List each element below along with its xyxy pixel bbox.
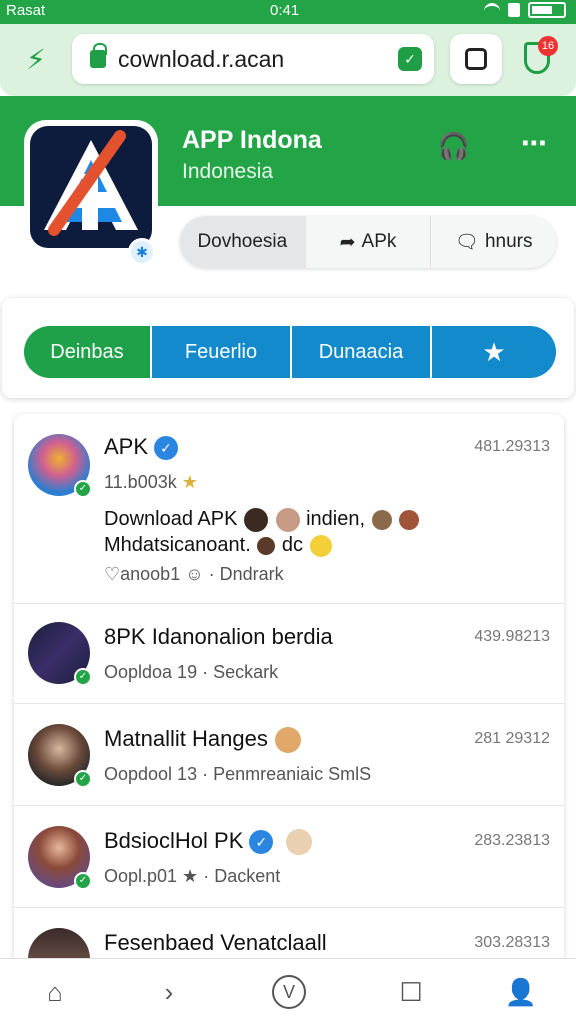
- wifi-icon: [484, 3, 500, 17]
- row-body-text-1: Download APK: [104, 508, 238, 530]
- hours-action-label: hnurs: [484, 231, 533, 252]
- row-date: 303.28313: [474, 934, 550, 951]
- url-text[interactable]: cownload.r.acan: [118, 46, 284, 73]
- avatar: ✓: [28, 826, 92, 890]
- app-title: APP Indona: [182, 126, 322, 154]
- feed-list: ✓ APK ✓ 481.29313 11.b003k ★ Download APK…: [14, 414, 564, 974]
- notification-badge: 16: [538, 36, 558, 56]
- list-item[interactable]: ✓ BdsioclHol PK ✓ 283.23813 Oopl.p01 ★ · …: [14, 806, 564, 908]
- filter-tab-1-label: Deinbas: [50, 340, 124, 363]
- home-icon[interactable]: ⌂: [38, 975, 72, 1009]
- bottom-nav: ⌂ › V ☐ 👤: [0, 958, 576, 1024]
- row-body-line-2: Mhdatsicanoant. dc: [104, 532, 544, 558]
- row-sub: 11.b003k ★: [104, 472, 198, 493]
- filter-tab-3[interactable]: Dunaacia: [292, 326, 432, 378]
- row-meta: Oopdool 13 · Penmreaniaic SmlS: [104, 764, 372, 784]
- app-icon: [24, 120, 158, 254]
- face-emoji-icon: [243, 507, 268, 532]
- avatar: ✓: [28, 622, 92, 686]
- row-meta: Oopldoa 19 · Seckark: [104, 662, 279, 682]
- filter-tab-2[interactable]: Feuerlio: [152, 326, 292, 378]
- row-title: APK ✓: [104, 434, 179, 461]
- shield-button[interactable]: 16: [524, 36, 558, 76]
- filter-tab-2-label: Feuerlio: [184, 340, 258, 363]
- face-emoji-icon: [257, 536, 276, 555]
- row-meta: ♡anoob1 ☺ · Dndrark: [104, 564, 284, 584]
- apk-action-label: APk: [361, 231, 397, 252]
- filter-tab-star[interactable]: ★: [432, 326, 556, 378]
- filter-tabs: Deinbas Feuerlio Dunaacia ★: [24, 326, 556, 378]
- row-sub-text: 11.b003k: [104, 472, 177, 492]
- comment-icon: 🗨: [454, 232, 479, 253]
- verified-badge-icon: ✱: [128, 238, 156, 266]
- face-emoji-icon: [371, 509, 392, 530]
- download-action[interactable]: Dovhoesia: [180, 216, 306, 268]
- action-segment: Dovhoesia ➦ APk 🗨 hnurs: [180, 216, 556, 268]
- signal-icon: [508, 3, 520, 17]
- face-emoji-icon: [285, 829, 312, 856]
- row-title-text: Matnallit Hanges: [104, 726, 268, 751]
- more-options-icon[interactable]: ⋯: [516, 128, 552, 158]
- browser-toolbar: ⚡ cownload.r.acan ✓ 16: [0, 24, 576, 96]
- row-date: 281 29312: [474, 730, 550, 747]
- status-icons: [484, 2, 566, 18]
- url-bar[interactable]: cownload.r.acan ✓: [72, 34, 434, 84]
- smile-emoji-icon: [309, 534, 332, 557]
- browser-logo-icon[interactable]: V: [272, 975, 306, 1009]
- carrier-label: Rasat: [6, 2, 46, 19]
- verified-icon: ✓: [154, 436, 179, 461]
- filter-tab-1[interactable]: Deinbas: [24, 326, 152, 378]
- status-bar: Rasat 0:41: [0, 0, 576, 24]
- row-meta: Oopl.p01 ★ · Dackent: [104, 866, 281, 886]
- tabs-icon: [465, 48, 487, 70]
- star-icon: ★: [482, 336, 506, 367]
- star-icon: ★: [181, 472, 198, 492]
- online-check-icon: ✓: [74, 480, 92, 498]
- verified-icon: ✓: [249, 830, 274, 855]
- hours-action[interactable]: 🗨 hnurs: [431, 216, 556, 268]
- row-body-tail-2: dc: [281, 534, 304, 556]
- row-title: BdsioclHol PK ✓: [104, 828, 313, 856]
- row-title: Fesenbaed Venatclaall: [104, 930, 327, 955]
- row-body-text-2: Mhdatsicanoant.: [104, 534, 251, 556]
- online-check-icon: ✓: [74, 872, 92, 890]
- row-title-text: BdsioclHol PK: [104, 828, 244, 853]
- list-item[interactable]: ✓ 8PK Idanonalion berdia 439.98213 Oopld…: [14, 604, 564, 704]
- face-emoji-icon: [275, 507, 300, 532]
- row-date: 283.23813: [474, 832, 550, 849]
- headphone-icon[interactable]: 🎧: [436, 128, 472, 164]
- clock: 0:41: [270, 2, 300, 19]
- row-date: 439.98213: [474, 628, 550, 645]
- row-title: 8PK Idanonalion berdia: [104, 624, 333, 649]
- list-item[interactable]: ✓ Matnallit Hanges 281 29312 Oopdool 13 …: [14, 704, 564, 806]
- share-arrow-icon: ➦: [339, 231, 356, 253]
- apk-action[interactable]: ➦ APk: [306, 216, 432, 268]
- list-item[interactable]: ✓ APK ✓ 481.29313 11.b003k ★ Download APK…: [14, 414, 564, 604]
- row-title-text: APK: [104, 434, 149, 459]
- row-body-tail-1: indien,: [306, 508, 366, 530]
- row-body-line-1: Download APK indien,: [104, 506, 544, 532]
- battery-icon: [528, 2, 566, 18]
- row-date: 481.29313: [474, 438, 550, 455]
- tabs-button[interactable]: [450, 34, 502, 84]
- avatar: ✓: [28, 434, 92, 498]
- online-check-icon: ✓: [74, 770, 92, 788]
- filter-tab-3-label: Dunaacia: [318, 340, 404, 363]
- lock-icon: [90, 43, 107, 68]
- app-subtitle: Indonesia: [182, 160, 274, 183]
- row-body: Download APK indien, Mhdatsicanoant. dc: [104, 506, 544, 558]
- online-check-icon: ✓: [74, 668, 92, 686]
- shield-check-icon[interactable]: ✓: [398, 47, 422, 71]
- profile-icon[interactable]: 👤: [504, 975, 538, 1009]
- face-emoji-icon: [399, 509, 420, 530]
- lightning-icon[interactable]: ⚡: [20, 44, 52, 76]
- avatar: ✓: [28, 724, 92, 788]
- app-logo-icon: [44, 130, 138, 236]
- face-emoji-icon: [275, 727, 301, 754]
- download-action-label: Dovhoesia: [197, 231, 288, 252]
- tabs-square-icon[interactable]: ☐: [394, 975, 428, 1009]
- row-title: Matnallit Hanges: [104, 726, 302, 754]
- forward-icon[interactable]: ›: [152, 975, 186, 1009]
